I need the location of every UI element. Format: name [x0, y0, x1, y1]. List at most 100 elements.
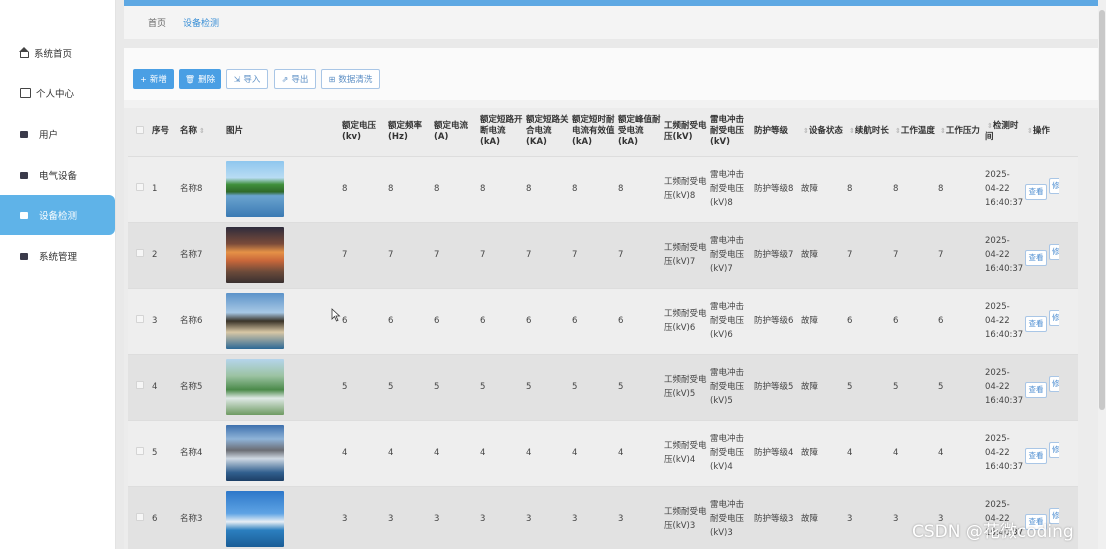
header-status-label: 设备状态 — [808, 126, 843, 137]
cell-endurance: 3 — [846, 485, 892, 549]
cell-rating-value: 5 — [387, 353, 433, 420]
row-checkbox[interactable] — [135, 183, 144, 191]
cell-actions: 查看修 — [1024, 155, 1078, 222]
table-row[interactable]: 2 名称7 7 7 7 7 7 7 7 工频耐受电压(kV)7 雷电冲击耐受电压(kV)7 防护等级7… — [128, 221, 1078, 288]
header-detect-time[interactable]: ⇕检测时间 — [984, 108, 1024, 156]
sidebar-item-home[interactable]: 系统首页 — [0, 33, 116, 73]
header-action-label: 操作 — [1032, 126, 1050, 137]
row-checkbox-cell — [128, 287, 151, 354]
cell-rating-value: 7 — [571, 221, 617, 288]
header-pressure[interactable]: ⇕工作压力 — [937, 108, 984, 156]
cell-rating-value: 4 — [387, 419, 433, 486]
cell-actions: 查看修 — [1024, 353, 1078, 420]
cell-power-freq: 工频耐受电压(kV)5 — [663, 353, 709, 420]
row-checkbox[interactable] — [135, 249, 144, 257]
device-thumbnail[interactable] — [226, 227, 284, 283]
cell-pressure: 8 — [937, 155, 984, 222]
header-endurance[interactable]: ⇕续航时长 — [846, 108, 892, 156]
table-row[interactable]: 4 名称5 5 5 5 5 5 5 5 工频耐受电压(kV)5 雷电冲击耐受电压(kV)5 防护等级5… — [128, 353, 1078, 420]
view-button[interactable]: 查看 — [1025, 316, 1047, 332]
header-name[interactable]: 名称 ⇕ — [179, 108, 225, 156]
import-button[interactable]: ⇲ 导入 — [226, 69, 268, 89]
header-pressure-label: 工作压力 — [945, 126, 980, 137]
row-checkbox[interactable] — [135, 513, 144, 522]
edit-button[interactable]: 修 — [1049, 310, 1059, 326]
data-table-area: 序号 名称 ⇕ 图片 额定电压(kv) 额定频率(Hz) 额定电流(A) 额定短路… — [124, 108, 1098, 549]
clean-data-button[interactable]: ⊞ 数据清洗 — [321, 69, 380, 89]
table-row[interactable]: 3 名称6 6 6 6 6 6 6 6 工频耐受电压(kV)6 雷电冲击耐受电压(kV)6 防护等级6… — [128, 287, 1078, 354]
header-status[interactable]: ⇕设备状态 — [800, 108, 846, 156]
cell-index: 5 — [151, 419, 179, 486]
cell-index: 6 — [151, 485, 179, 549]
cell-temperature: 8 — [892, 155, 937, 222]
edit-button[interactable]: 修 — [1049, 442, 1059, 458]
cell-rating-value: 5 — [341, 353, 387, 420]
cell-image — [225, 485, 341, 549]
device-thumbnail[interactable] — [226, 293, 284, 349]
cell-status: 故障 — [800, 353, 846, 420]
cell-name: 名称4 — [179, 419, 225, 486]
cell-protection: 防护等级8 — [753, 155, 800, 222]
breadcrumb-home[interactable]: 首页 — [148, 16, 166, 29]
table-row[interactable]: 5 名称4 4 4 4 4 4 4 4 工频耐受电压(kV)4 雷电冲击耐受电压(kV)4 防护等级4… — [128, 419, 1078, 486]
header-action: ⇕操作 — [1024, 108, 1078, 156]
export-button[interactable]: ⇗ 导出 — [274, 69, 316, 89]
cell-rating-value: 7 — [525, 221, 571, 288]
cell-power-freq: 工频耐受电压(kV)4 — [663, 419, 709, 486]
device-thumbnail[interactable] — [226, 161, 284, 217]
cell-rating-value: 3 — [525, 485, 571, 549]
sidebar-item-detection[interactable]: 设备检测 — [0, 195, 115, 235]
cell-rating-value: 4 — [571, 419, 617, 486]
edit-button[interactable]: 修 — [1049, 244, 1059, 260]
cell-endurance: 6 — [846, 287, 892, 354]
device-thumbnail[interactable] — [226, 491, 284, 548]
view-button[interactable]: 查看 — [1025, 184, 1047, 200]
table-row[interactable]: 1 名称8 8 8 8 8 8 8 8 工频耐受电压(kV)8 雷电冲击耐受电压(kV)8 防护等级8… — [128, 155, 1078, 222]
view-button[interactable]: 查看 — [1025, 250, 1047, 266]
row-checkbox[interactable] — [135, 381, 144, 389]
cell-rating-value: 5 — [571, 353, 617, 420]
cell-rating-value: 6 — [387, 287, 433, 354]
header-lightning: 雷电冲击耐受电压(kV) — [710, 115, 745, 148]
cell-image — [225, 353, 341, 420]
select-all-checkbox[interactable] — [135, 125, 144, 134]
row-checkbox[interactable] — [135, 315, 144, 323]
header-temperature[interactable]: ⇕工作温度 — [892, 108, 937, 156]
monitor-icon — [20, 211, 28, 219]
clean-label: 数据清洗 — [338, 75, 373, 85]
device-thumbnail[interactable] — [226, 359, 284, 415]
scrollbar-thumb[interactable] — [1099, 10, 1105, 410]
cell-actions: 查看修 — [1024, 419, 1078, 486]
edit-button[interactable]: 修 — [1049, 178, 1059, 194]
header-power-freq: 工频耐受电压(kV) — [664, 120, 707, 142]
view-button[interactable]: 查看 — [1025, 382, 1047, 398]
sidebar-item-label: 个人中心 — [36, 89, 75, 100]
cell-name: 名称3 — [179, 485, 225, 549]
cell-rating-value: 8 — [525, 155, 571, 222]
cell-detect-time: 2025-04-22 16:40:37 — [984, 419, 1024, 486]
sidebar-item-profile[interactable]: 个人中心 — [0, 73, 116, 113]
cell-actions: 查看修 — [1024, 221, 1078, 288]
delete-button[interactable]: 🗑 删除 — [179, 69, 221, 89]
cell-rating-value: 6 — [433, 287, 479, 354]
header-endurance-label: 续航时长 — [854, 126, 889, 137]
cell-rating-value: 6 — [341, 287, 387, 354]
sidebar-item-system[interactable]: 系统管理 — [0, 236, 116, 276]
id-card-icon — [20, 88, 31, 98]
cell-power-freq: 工频耐受电压(kV)6 — [663, 287, 709, 354]
breadcrumb-current: 设备检测 — [183, 19, 220, 29]
sidebar-item-users[interactable]: 用户 — [0, 114, 116, 154]
cell-rating-value: 5 — [479, 353, 525, 420]
view-button[interactable]: 查看 — [1025, 448, 1047, 464]
add-button[interactable]: + 新增 — [133, 69, 174, 89]
cell-index: 1 — [151, 155, 179, 222]
toolbar: + 新增 🗑 删除 ⇲ 导入 ⇗ 导出 ⊞ 数据清洗 — [124, 48, 1098, 100]
cell-rating-value: 4 — [479, 419, 525, 486]
row-checkbox[interactable] — [135, 447, 144, 455]
sidebar-item-devices[interactable]: 电气设备 — [0, 155, 116, 195]
device-thumbnail[interactable] — [226, 425, 284, 481]
cell-name: 名称6 — [179, 287, 225, 354]
header-protection: 防护等级 — [754, 126, 789, 137]
edit-button[interactable]: 修 — [1049, 376, 1059, 392]
breadcrumb: 首页 设备检测 — [124, 6, 1098, 39]
